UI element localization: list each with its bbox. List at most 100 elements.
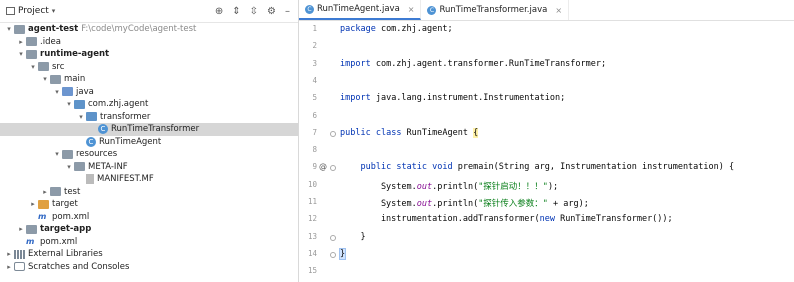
line-number: 10 [307,179,317,189]
package-icon [74,99,85,109]
scratch-icon [14,262,25,272]
chevron-right-icon[interactable]: ▸ [28,198,38,211]
class-icon: C [427,5,437,15]
tree-item[interactable]: ▸ .idea [0,36,298,49]
folder-excluded-icon [38,199,49,209]
editor-tab[interactable]: C RunTimeAgent.java × [299,0,422,20]
tab-label: RunTimeAgent.java [317,4,400,14]
tree-item[interactable]: ▾ com.zhj.agent [0,98,298,111]
tree-item-label: target [52,199,78,209]
fold-marker-icon[interactable] [330,234,336,241]
tree-item-label: Scratches and Consoles [28,261,130,272]
tree-item[interactable]: C RunTimeTransformer [0,123,298,136]
line-number: 1 [312,24,317,33]
tree-item[interactable]: ▸ External Libraries [0,248,298,261]
tree-item[interactable]: ▾ agent-test F:\code\myCode\agent-test [0,23,298,36]
tree-item[interactable]: ▾ runtime-agent [0,48,298,61]
tree-item-label: .idea [40,36,61,47]
tree-item-label: pom.xml [52,211,90,222]
code-line: import java.lang.instrument.Instrumentat… [340,93,566,104]
tree-item[interactable]: ▾ java [0,86,298,99]
expand-icon[interactable]: ⇳ [250,6,258,17]
close-icon[interactable]: × [555,6,562,15]
chevron-down-icon[interactable]: ▾ [76,111,86,124]
code-line: System.out.println("探针传入参数：" + arg); [340,199,589,209]
code-line: System.out.println("探针启动！！！"); [340,181,559,192]
code-view[interactable]: package com.zhj.agent; import com.zhj.age… [338,20,794,282]
tree-item[interactable]: m pom.xml [0,211,298,224]
fold-marker-icon[interactable] [330,165,336,172]
file-icon [86,174,94,185]
tree-item[interactable]: ▾ META-INF [0,161,298,174]
chevron-down-icon[interactable]: ▾ [52,86,62,99]
tab-label: RunTimeTransformer.java [439,5,548,15]
tree-item[interactable]: C RunTimeAgent [0,136,298,149]
close-icon[interactable]: × [408,5,415,14]
line-number: 3 [312,58,317,68]
library-icon [14,249,25,259]
crosshair-icon[interactable]: ⊕ [215,6,223,17]
gear-icon[interactable]: ⚙ [267,6,276,17]
project-view-icon [6,7,15,15]
chevron-right-icon[interactable]: ▸ [16,36,26,49]
chevron-down-icon[interactable]: ▾ [52,148,62,161]
package-icon [86,112,97,122]
tree-item[interactable]: ▸ Scratches and Consoles [0,261,298,274]
tree-item-label: MANIFEST.MF [97,174,154,184]
tree-item-label: transformer [100,111,151,122]
chevron-right-icon[interactable]: ▸ [16,223,26,236]
fold-marker-icon[interactable] [330,130,336,137]
tree-item-label: META-INF [88,161,128,172]
tree-item[interactable]: MANIFEST.MF [0,173,298,186]
line-number: 4 [312,75,317,85]
fold-marker-icon[interactable] [330,251,336,258]
code-line: } [340,231,366,242]
folder-icon [50,74,61,84]
chevron-right-icon[interactable]: ▸ [40,186,50,199]
line-number: 7 [312,127,317,137]
tree-item[interactable]: ▾ resources [0,148,298,161]
folder-resources-icon [62,149,73,159]
chevron-right-icon[interactable]: ▸ [4,248,14,261]
tree-item[interactable]: ▸ target-app [0,223,298,236]
chevron-down-icon[interactable]: ▾ [64,161,74,174]
chevron-down-icon[interactable]: ▾ [64,98,74,111]
line-number: 9 [312,162,317,172]
chevron-down-icon[interactable]: ▾ [28,61,38,74]
chevron-down-icon: ▾ [51,7,56,15]
tree-item-label: pom.xml [40,236,78,247]
chevron-down-icon[interactable]: ▾ [40,73,50,86]
tree-item[interactable]: ▾ main [0,73,298,86]
tree-item[interactable]: ▸ test [0,186,298,199]
collapse-icon[interactable]: ⇕ [232,6,240,17]
project-view-selector[interactable]: Project ▾ [6,6,55,16]
class-icon: C [86,136,96,147]
folder-icon [38,62,49,72]
annotation-marker-icon[interactable]: @ [319,162,327,171]
line-number: 11 [307,197,317,206]
line-number: 2 [312,41,317,51]
tree-item-label: test [64,186,81,197]
tree-item[interactable]: ▸ target [0,198,298,211]
tree-item[interactable]: ▾ src [0,61,298,74]
code-line: } [338,247,347,260]
line-number: 5 [312,93,317,103]
line-number: 8 [312,145,317,155]
line-gutter: 1 2 3 4 5 6 7 8 9 10 11 12 13 14 15 @ [299,20,339,282]
chevron-right-icon[interactable]: ▸ [4,261,14,274]
line-number: 6 [312,110,317,120]
folder-source-icon [62,87,73,97]
tree-item-path: F:\code\myCode\agent-test [81,24,197,34]
tree-item[interactable]: m pom.xml [0,236,298,249]
editor-area: C RunTimeAgent.java × C RunTimeTransformer.j… [299,0,794,282]
editor-tab[interactable]: C RunTimeTransformer.java × [421,0,570,20]
tree-item[interactable]: ▾ transformer [0,111,298,124]
line-number: 12 [307,214,317,224]
code-line: public static void premain(String arg, I… [360,162,735,173]
folder-icon [50,187,61,197]
hide-icon[interactable]: – [285,6,290,17]
line-number: 15 [307,266,317,276]
chevron-down-icon[interactable]: ▾ [4,23,14,36]
chevron-down-icon[interactable]: ▾ [16,48,26,61]
maven-icon: m [38,212,47,222]
